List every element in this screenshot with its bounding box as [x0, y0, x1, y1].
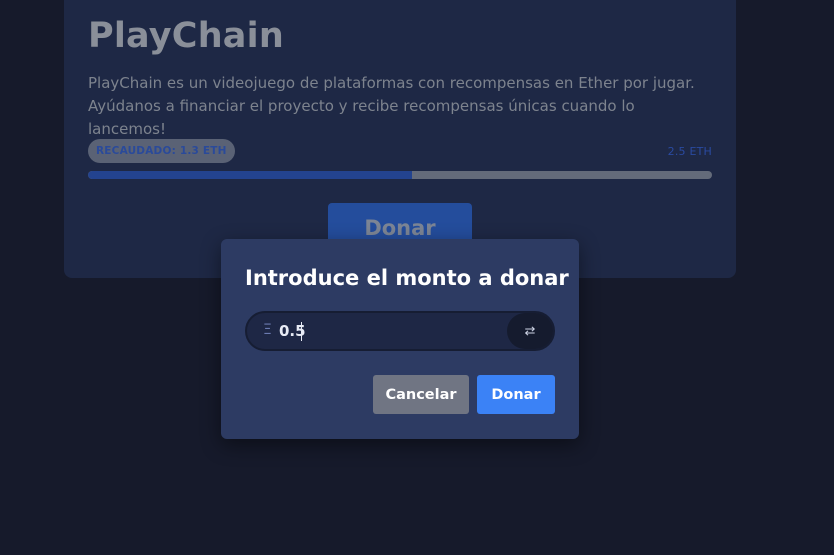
cancel-button[interactable]: Cancelar	[373, 375, 469, 414]
swap-arrows-icon[interactable]: ⇄	[507, 313, 553, 349]
amount-input[interactable]	[279, 319, 499, 343]
text-caret	[301, 322, 302, 341]
ether-icon: Ξ	[263, 322, 272, 338]
modal-title: Introduce el monto a donar	[245, 266, 569, 290]
amount-field[interactable]: Ξ ⇄	[245, 311, 555, 351]
app-screen: PlayChain PlayChain es un videojuego de …	[0, 0, 834, 555]
confirm-donate-button[interactable]: Donar	[477, 375, 555, 414]
donation-modal: Introduce el monto a donar Ξ ⇄ Cancelar …	[221, 239, 579, 439]
